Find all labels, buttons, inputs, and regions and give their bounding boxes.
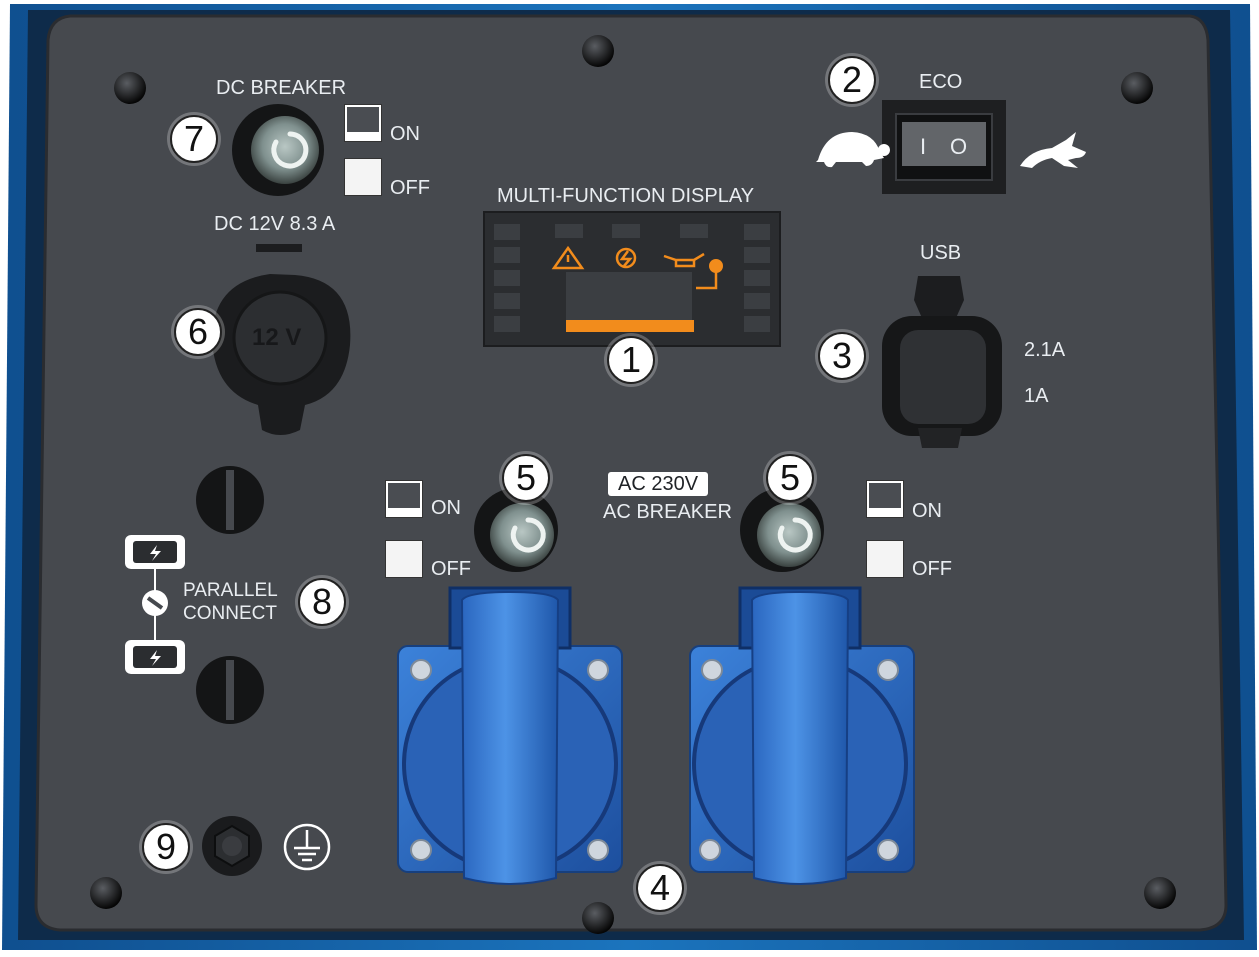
socket-12v-label: 12 V (252, 324, 302, 351)
display-label: MULTI-FUNCTION DISPLAY (497, 185, 755, 207)
callout-6: 6 (174, 308, 222, 356)
callout-3: 3 (818, 332, 866, 380)
ground-terminal (202, 816, 262, 876)
usb-high-label: 2.1A (1024, 339, 1066, 361)
ac-left-on-label: ON (431, 497, 461, 519)
ac-breaker-label: AC BREAKER (603, 501, 732, 523)
multi-function-display (483, 211, 781, 347)
eco-switch-off-glyph: O (950, 134, 968, 159)
dc-breaker-label: DC BREAKER (216, 77, 347, 99)
eco-label: ECO (919, 71, 963, 93)
parallel-label-1: PARALLEL (183, 580, 278, 601)
usb-label: USB (920, 242, 962, 264)
ac-voltage-badge: AC 230V (608, 472, 709, 496)
dc-off-label: OFF (390, 177, 430, 199)
eco-switch (882, 100, 1006, 194)
callout-1: 1 (607, 336, 655, 384)
dc-on-label: ON (390, 123, 420, 145)
callout-2: 2 (828, 56, 876, 104)
usb-low-label: 1A (1024, 385, 1049, 407)
callout-8: 8 (298, 578, 346, 626)
callout-5-right: 5 (766, 454, 814, 502)
dc-rating-label: DC 12V 8.3 A (214, 213, 336, 235)
ac-right-off-indicator (866, 540, 904, 578)
ac-left-on-indicator (385, 480, 423, 518)
dc-off-indicator (344, 158, 382, 196)
ac-left-off-label: OFF (431, 558, 471, 580)
callout-4: 4 (636, 864, 684, 912)
ac-right-on-label: ON (912, 500, 942, 522)
ac-breaker-knob-left (474, 488, 558, 572)
ac-right-off-label: OFF (912, 558, 952, 580)
callout-9: 9 (142, 823, 190, 871)
eco-switch-on-glyph: I (920, 134, 927, 159)
dc-breaker-knob (232, 104, 324, 196)
ac-left-off-indicator (385, 540, 423, 578)
ac-right-on-indicator (866, 480, 904, 518)
parallel-label-2: CONNECT (183, 603, 277, 624)
callout-5-left: 5 (502, 454, 550, 502)
display-output-bar (566, 320, 694, 332)
dc-on-indicator (344, 104, 382, 142)
chain-link-icon (142, 590, 168, 616)
callout-7: 7 (170, 115, 218, 163)
generator-control-panel: DC BREAKER DC 12V 8.3 A 12 V MULTI-FUNCT… (0, 0, 1259, 957)
